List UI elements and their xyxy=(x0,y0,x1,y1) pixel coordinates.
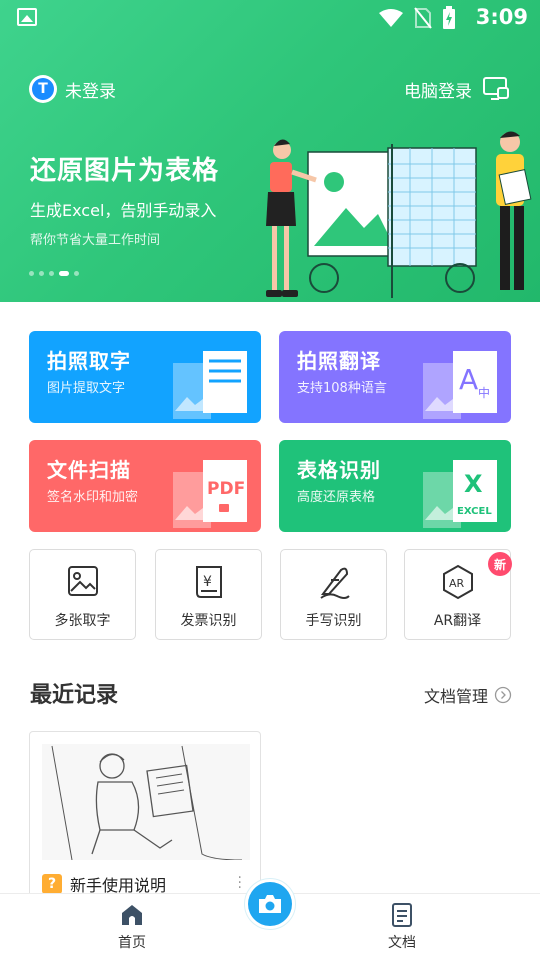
gallery-notification-icon xyxy=(17,8,37,26)
avatar[interactable]: T xyxy=(29,75,57,103)
card-title: 文件扫描 xyxy=(47,458,131,482)
excel-icon-text: EXCEL xyxy=(457,506,492,517)
banner-illustration xyxy=(266,131,532,298)
clock: 3:09 xyxy=(475,5,528,29)
feature-card-photo-text[interactable]: 拍照取字 图片提取文字 xyxy=(29,331,261,423)
home-icon xyxy=(122,905,142,925)
document-icon xyxy=(392,903,412,927)
banner-caption: 帮你节省大量工作时间 xyxy=(30,233,161,248)
carousel-dot xyxy=(39,271,44,276)
translate-icon: A 中 xyxy=(423,351,497,419)
tool-multi-image-text[interactable]: 多张取字 xyxy=(29,549,136,640)
status-bar: 3:09 xyxy=(0,0,540,36)
nav-documents[interactable]: 文档 xyxy=(388,902,416,952)
login-label: 未登录 xyxy=(65,81,116,102)
pdf-icon-text: PDF xyxy=(207,479,245,499)
help-doc-icon: ? xyxy=(42,874,62,894)
carousel-dot xyxy=(49,271,54,276)
chevron-right-circle-icon xyxy=(494,686,512,704)
svg-text:¥: ¥ xyxy=(203,574,212,590)
carousel-dot xyxy=(74,271,79,276)
svg-text:中: 中 xyxy=(478,385,490,400)
recent-document-card[interactable]: ? 新手使用说明 · · · xyxy=(29,731,261,901)
feature-card-table-recognition[interactable]: 表格识别 高度还原表格 X EXCEL xyxy=(279,440,511,532)
document-manage-label: 文档管理 xyxy=(423,687,488,706)
document-manage-link[interactable]: 文档管理 xyxy=(424,683,512,707)
pc-login-button[interactable]: 电脑登录 xyxy=(404,76,510,102)
tool-label: 多张取字 xyxy=(54,613,111,629)
hero-banner[interactable]: 3:09 T 未登录 电脑登录 还原图片为表格 生成Excel，告别手动录入 帮… xyxy=(0,0,540,302)
pc-login-label: 电脑登录 xyxy=(404,81,472,102)
tool-invoice-recognition[interactable]: ¥ 发票识别 xyxy=(155,549,262,640)
nav-home[interactable]: 首页 xyxy=(118,902,146,952)
svg-text:A: A xyxy=(459,363,478,396)
login-status[interactable]: T 未登录 xyxy=(29,75,116,103)
card-subtitle: 签名水印和加密 xyxy=(47,490,139,505)
ar-hexagon-icon: AR xyxy=(443,564,473,600)
no-sim-icon xyxy=(414,7,432,29)
document-text-icon xyxy=(173,351,247,419)
image-stack-icon xyxy=(68,566,98,596)
feature-card-file-scan[interactable]: 文件扫描 签名水印和加密 PDF xyxy=(29,440,261,532)
document-thumbnail xyxy=(42,744,250,860)
handwriting-icon xyxy=(320,567,350,599)
card-subtitle: 图片提取文字 xyxy=(47,381,126,396)
tool-label: AR翻译 xyxy=(433,613,482,629)
excel-icon: X EXCEL xyxy=(423,460,497,528)
carousel-indicator xyxy=(29,271,79,276)
pdf-icon: PDF xyxy=(173,460,247,528)
feature-card-photo-translate[interactable]: 拍照翻译 支持108种语言 A 中 xyxy=(279,331,511,423)
new-badge: 新 xyxy=(488,552,512,576)
more-options-icon[interactable]: · · · xyxy=(238,871,242,895)
card-subtitle: 支持108种语言 xyxy=(297,381,387,396)
camera-icon xyxy=(259,895,281,913)
banner-subtitle: 生成Excel，告别手动录入 xyxy=(30,201,217,220)
recent-records-title: 最近记录 xyxy=(30,683,119,708)
tool-label: 手写识别 xyxy=(305,613,362,629)
monitor-icon xyxy=(483,77,509,100)
camera-button[interactable] xyxy=(244,878,296,930)
status-icons xyxy=(378,6,456,30)
tool-handwriting-recognition[interactable]: 手写识别 xyxy=(280,549,387,640)
nav-label: 文档 xyxy=(388,935,416,951)
card-subtitle: 高度还原表格 xyxy=(297,490,376,505)
tool-label: 发票识别 xyxy=(180,613,237,629)
card-title: 拍照取字 xyxy=(47,349,131,373)
tool-ar-translate[interactable]: AR AR翻译 新 xyxy=(404,549,512,640)
avatar-letter: T xyxy=(32,78,54,100)
nav-label: 首页 xyxy=(118,935,146,951)
ar-icon-text: AR xyxy=(449,577,465,590)
wifi-icon xyxy=(379,9,403,27)
banner-title: 还原图片为表格 xyxy=(30,156,220,186)
card-title: 表格识别 xyxy=(297,458,381,482)
carousel-dot-active xyxy=(59,271,69,276)
camera-button-inner xyxy=(248,882,292,926)
invoice-icon: ¥ xyxy=(196,566,222,598)
card-title: 拍照翻译 xyxy=(297,349,381,373)
carousel-dot xyxy=(29,271,34,276)
svg-text:X: X xyxy=(464,470,483,498)
battery-charging-icon xyxy=(443,6,455,29)
